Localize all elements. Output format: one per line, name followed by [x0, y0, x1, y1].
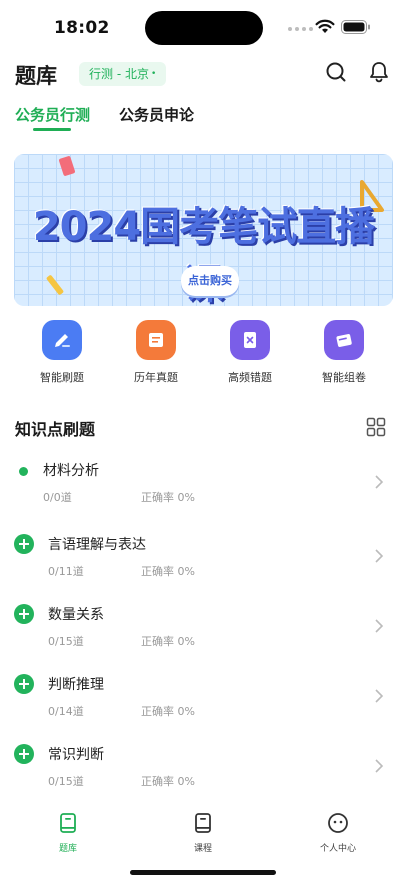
quick-entry-smart-practice[interactable]: 智能刷题 — [22, 320, 102, 385]
quick-entry-smart-paper[interactable]: 智能组卷 — [304, 320, 384, 385]
expand-plus-icon[interactable] — [14, 744, 34, 764]
topic-row[interactable]: 数量关系 0/15道 正确率 0% — [0, 604, 407, 666]
topic-row[interactable]: 判断推理 0/14道 正确率 0% — [0, 674, 407, 736]
topic-count: 0/0道 — [43, 491, 72, 504]
tab-shenlun[interactable]: 公务员申论 — [119, 104, 194, 125]
expand-plus-icon[interactable] — [14, 604, 34, 624]
course-icon — [195, 813, 211, 833]
tab-xingce[interactable]: 公务员行测 — [15, 104, 90, 125]
topic-name: 材料分析 — [43, 463, 99, 479]
topic-dot-icon — [19, 467, 28, 476]
question-bank-icon — [60, 813, 76, 833]
pencil-icon — [42, 320, 82, 360]
scroll-icon — [136, 320, 176, 360]
decorative-card-icon — [58, 155, 76, 177]
topic-accuracy: 正确率 0% — [141, 565, 195, 578]
wrong-book-icon — [230, 320, 270, 360]
topic-count: 0/11道 — [48, 565, 84, 578]
cellular-signal-icon — [288, 27, 313, 31]
quick-entry-label: 智能刷题 — [40, 371, 84, 384]
exam-region-label: 行测 - 北京 — [89, 67, 149, 81]
expand-plus-icon[interactable] — [14, 534, 34, 554]
battery-icon — [341, 20, 370, 34]
tabbar-label: 课程 — [193, 844, 212, 854]
tabbar-question-bank[interactable]: 题库 — [38, 812, 98, 854]
home-indicator — [130, 870, 276, 875]
page-title: 题库 — [15, 64, 57, 88]
topic-name: 言语理解与表达 — [48, 537, 146, 553]
quick-entry-label: 高频错题 — [228, 371, 272, 384]
topic-count: 0/14道 — [48, 705, 84, 718]
tabbar-course[interactable]: 课程 — [173, 812, 233, 854]
quick-entry-label: 智能组卷 — [322, 371, 366, 384]
topic-accuracy: 正确率 0% — [141, 775, 195, 788]
exam-region-selector[interactable]: 行测 - 北京 • — [79, 62, 167, 86]
buy-button[interactable]: 点击购买 — [181, 266, 239, 296]
status-time: 18:02 — [54, 18, 110, 38]
chevron-right-icon — [375, 549, 384, 563]
expand-plus-icon[interactable] — [14, 674, 34, 694]
quick-entry-past-papers[interactable]: 历年真题 — [116, 320, 196, 385]
topic-accuracy: 正确率 0% — [141, 635, 195, 648]
quick-entry-frequent-mistakes[interactable]: 高频错题 — [210, 320, 290, 385]
active-tab-indicator — [33, 128, 71, 131]
bell-icon[interactable] — [366, 59, 392, 85]
topic-name: 判断推理 — [48, 677, 104, 693]
chevron-right-icon — [375, 619, 384, 633]
wifi-icon — [315, 19, 335, 33]
tabbar-label: 题库 — [58, 844, 77, 854]
profile-icon — [328, 813, 348, 833]
topic-name: 数量关系 — [48, 607, 104, 623]
topic-count: 0/15道 — [48, 775, 84, 788]
tabbar-label: 个人中心 — [319, 844, 356, 854]
tabbar-profile[interactable]: 个人中心 — [308, 812, 368, 854]
quick-entry-label: 历年真题 — [134, 371, 178, 384]
chevron-right-icon — [375, 759, 384, 773]
search-icon[interactable] — [323, 59, 349, 85]
dynamic-island — [145, 11, 263, 45]
chevron-right-icon — [375, 475, 384, 489]
topic-count: 0/15道 — [48, 635, 84, 648]
topic-accuracy: 正确率 0% — [141, 705, 195, 718]
topic-row[interactable]: 材料分析 0/0道 正确率 0% — [0, 460, 407, 522]
section-title: 知识点刷题 — [15, 420, 96, 439]
status-bar: 18:02 — [0, 0, 407, 56]
chevron-right-icon — [375, 689, 384, 703]
topic-name: 常识判断 — [48, 747, 104, 763]
topic-row[interactable]: 常识判断 0/15道 正确率 0% — [0, 744, 407, 806]
promo-banner[interactable]: 2024国考笔试直播课 点击购买 — [14, 154, 393, 306]
paper-stack-icon — [324, 320, 364, 360]
grid-view-icon[interactable] — [366, 417, 386, 437]
topic-accuracy: 正确率 0% — [141, 491, 195, 504]
topic-row[interactable]: 言语理解与表达 0/11道 正确率 0% — [0, 534, 407, 596]
dropdown-dot-icon: • — [150, 69, 157, 79]
